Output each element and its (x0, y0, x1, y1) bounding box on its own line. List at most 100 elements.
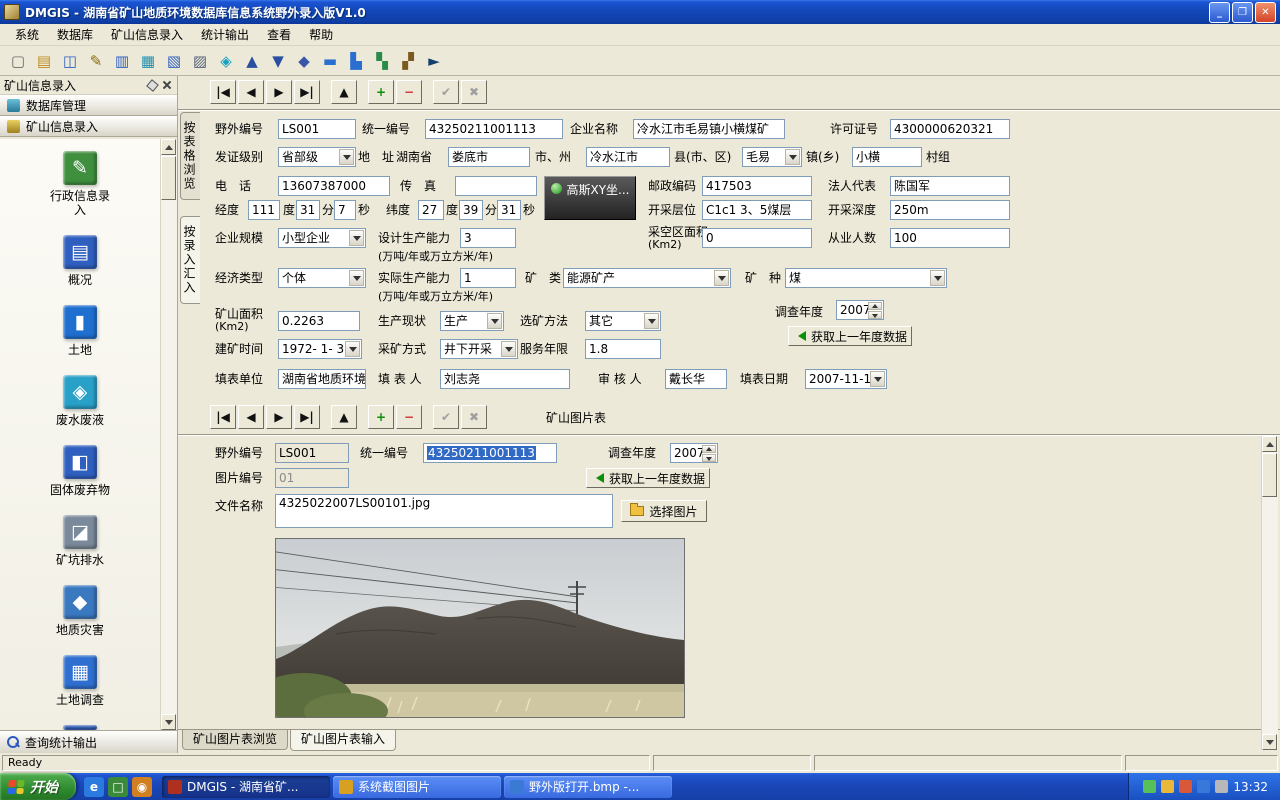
taskbar-task-image[interactable]: 野外版打开.bmp -... (504, 776, 672, 798)
save-icon[interactable]: ◫ (58, 49, 82, 73)
quicklaunch-desktop-icon[interactable]: □ (108, 777, 128, 797)
production-status-select[interactable]: 生产 (440, 311, 504, 331)
enterprise-scale-select[interactable]: 小型企业 (278, 228, 366, 248)
pick-image-button[interactable]: 选择图片 (621, 500, 707, 522)
get-previous-year-button[interactable]: 获取上一年度数据 (788, 326, 912, 346)
close-button[interactable]: ✕ (1255, 2, 1276, 23)
tab-picture-browse[interactable]: 矿山图片表浏览 (182, 730, 288, 750)
menu-item[interactable]: 帮助 (300, 23, 342, 46)
quicklaunch-media-icon[interactable]: ◉ (132, 777, 152, 797)
mine-area-input[interactable]: 0.2263 (278, 311, 360, 331)
sidebar-group-mine-entry[interactable]: 矿山信息录入 (0, 116, 177, 137)
cancel-edit-button[interactable]: ✖ (461, 80, 487, 104)
tab-picture-entry[interactable]: 矿山图片表输入 (290, 730, 396, 751)
pic-unified-no-input[interactable]: 43250211001113 (423, 443, 557, 463)
cancel-edit-button[interactable]: ✖ (461, 405, 487, 429)
exit-icon[interactable]: ► (422, 49, 446, 73)
edit-pencil-icon[interactable]: ✎ (84, 49, 108, 73)
fax-input[interactable] (455, 176, 537, 196)
taskbar-task-folder[interactable]: 系统截图图片 (333, 776, 501, 798)
edit-record-button[interactable]: ▲ (331, 405, 357, 429)
dropdown-arrow-icon[interactable] (644, 313, 659, 329)
sidebar-item-geo-hazard[interactable]: ◆ 地质灾害 (56, 585, 104, 637)
printer-icon[interactable]: ▨ (188, 49, 212, 73)
pin-panel-icon[interactable] (146, 79, 159, 92)
pic-image-no-input[interactable]: 01 (275, 468, 349, 488)
dropdown-arrow-icon[interactable] (870, 371, 885, 387)
economic-type-select[interactable]: 个体 (278, 268, 366, 288)
dropdown-arrow-icon[interactable] (785, 149, 800, 165)
prior-record-button[interactable]: ◀ (238, 80, 264, 104)
service-years-input[interactable]: 1.8 (585, 339, 661, 359)
menu-item[interactable]: 矿山信息录入 (102, 23, 192, 46)
post-edit-button[interactable]: ✔ (433, 80, 459, 104)
sidebar-scrollbar[interactable] (160, 139, 177, 730)
map-icon[interactable]: ▞ (396, 49, 420, 73)
sidebar-item-admin-info[interactable]: ✎ 行政信息录入 (48, 151, 112, 217)
table-icon[interactable]: ▦ (136, 49, 160, 73)
tray-update-icon[interactable] (1161, 780, 1174, 793)
goaf-area-input[interactable]: 0 (702, 228, 812, 248)
dropdown-arrow-icon[interactable] (930, 270, 945, 286)
actual-capacity-input[interactable]: 1 (460, 268, 516, 288)
diamond-icon[interactable]: ◈ (214, 49, 238, 73)
new-file-icon[interactable]: ▢ (6, 49, 30, 73)
phone-input[interactable]: 13607387000 (278, 176, 390, 196)
menu-item[interactable]: 系统 (6, 23, 48, 46)
scroll-thumb[interactable] (1262, 453, 1277, 497)
first-record-button[interactable]: |◀ (210, 405, 236, 429)
ruler-icon[interactable]: ▬ (318, 49, 342, 73)
close-panel-icon[interactable] (161, 79, 173, 91)
spinner-up-icon[interactable] (702, 445, 716, 453)
fill-person-input[interactable]: 刘志尧 (440, 369, 570, 389)
tray-antivirus-icon[interactable] (1179, 780, 1192, 793)
vertical-tab-entry[interactable]: 按录入汇入 (180, 216, 200, 304)
sidebar-item-mine-drainage[interactable]: ◪ 矿坑排水 (56, 515, 104, 567)
tray-display-icon[interactable] (1215, 780, 1228, 793)
down-arrow-icon[interactable]: ▼ (266, 49, 290, 73)
sidebar-item-land[interactable]: ▮ 土地 (63, 305, 97, 357)
lon-sec-input[interactable]: 7 (334, 200, 356, 220)
license-input[interactable]: 4300000620321 (890, 119, 1010, 139)
quicklaunch-browser-icon[interactable]: e (84, 777, 104, 797)
postcode-input[interactable]: 417503 (702, 176, 812, 196)
open-folder-icon[interactable]: ▤ (32, 49, 56, 73)
mining-depth-input[interactable]: 250m (890, 200, 1010, 220)
buildings-icon[interactable]: ▙ (344, 49, 368, 73)
fill-unit-input[interactable]: 湖南省地质环境 (278, 369, 366, 389)
lat-min-input[interactable]: 39 (459, 200, 483, 220)
city-input[interactable]: 娄底市 (448, 147, 530, 167)
lon-deg-input[interactable]: 111 (248, 200, 280, 220)
prior-record-button[interactable]: ◀ (238, 405, 264, 429)
mine-kind-select[interactable]: 煤 (785, 268, 947, 288)
layers-icon[interactable]: ▚ (370, 49, 394, 73)
next-record-button[interactable]: ▶ (266, 80, 292, 104)
start-button[interactable]: 开始 (0, 773, 76, 800)
company-input[interactable]: 冷水江市毛易镇小横煤矿 (633, 119, 785, 139)
sidebar-item-wastewater[interactable]: ◈ 废水废液 (56, 375, 104, 427)
taskbar-task-dmgis[interactable]: DMGIS - 湖南省矿... (162, 776, 330, 798)
delete-record-button[interactable]: − (396, 405, 422, 429)
spinner-down-icon[interactable] (868, 311, 882, 319)
database-icon[interactable]: ▥ (110, 49, 134, 73)
county-city-input[interactable]: 冷水江市 (586, 147, 670, 167)
legal-rep-input[interactable]: 陈国军 (890, 176, 1010, 196)
sidebar-item-overview[interactable]: ▤ 概况 (63, 235, 97, 287)
pic-get-previous-year-button[interactable]: 获取上一年度数据 (586, 468, 710, 488)
dropdown-arrow-icon[interactable] (501, 341, 516, 357)
first-record-button[interactable]: |◀ (210, 80, 236, 104)
field-no-input[interactable]: LS001 (278, 119, 356, 139)
mining-layer-input[interactable]: C1c1 3、5煤层 (702, 200, 812, 220)
maximize-button[interactable]: ❐ (1232, 2, 1253, 23)
post-edit-button[interactable]: ✔ (433, 405, 459, 429)
gauss-xy-button[interactable]: 高斯XY坐... (544, 176, 636, 220)
delete-record-button[interactable]: − (396, 80, 422, 104)
next-record-button[interactable]: ▶ (266, 405, 292, 429)
sidebar-item-land-survey[interactable]: ▦ 土地调查 (56, 655, 104, 707)
last-record-button[interactable]: ▶| (294, 80, 320, 104)
menu-item[interactable]: 数据库 (48, 23, 102, 46)
village-input[interactable]: 小横 (852, 147, 922, 167)
fill-date-select[interactable]: 2007-11-13 (805, 369, 887, 389)
scroll-down-icon[interactable] (1262, 734, 1277, 750)
menu-item[interactable]: 查看 (258, 23, 300, 46)
